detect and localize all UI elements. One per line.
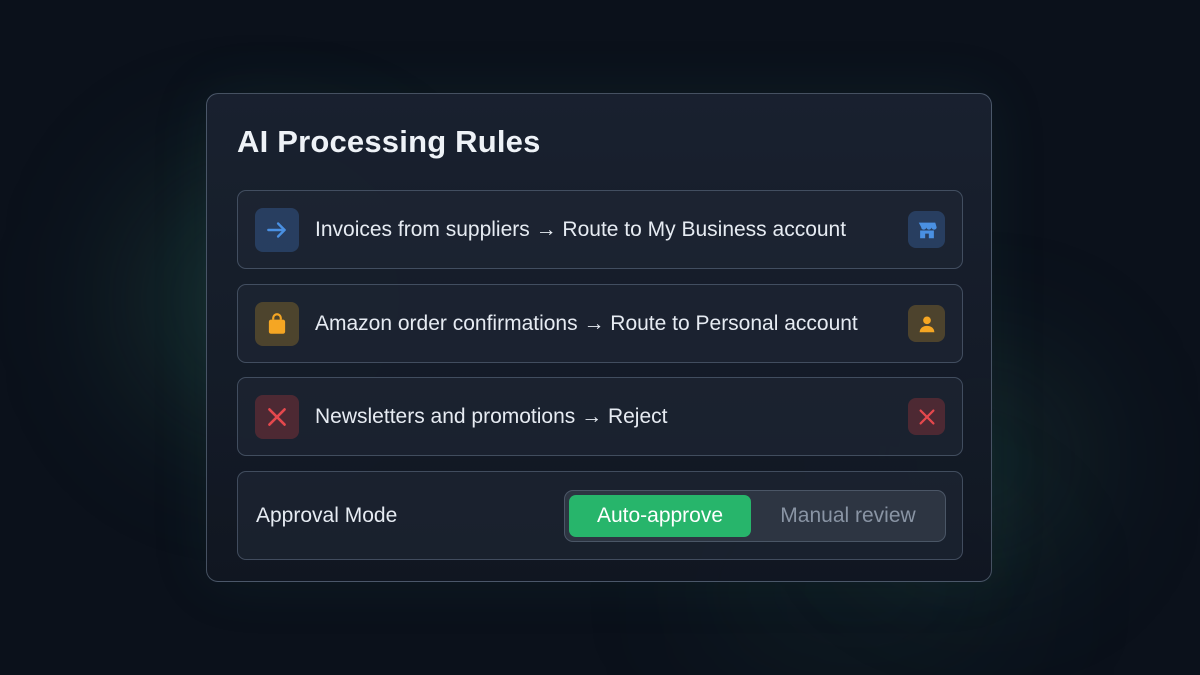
- background: AI Processing Rules Invoices from suppli…: [0, 0, 1200, 675]
- rules-panel: AI Processing Rules Invoices from suppli…: [206, 93, 992, 582]
- rule-text: Newsletters and promotions → Reject: [315, 405, 668, 428]
- approval-mode-row: Approval Mode Auto-approve Manual review: [237, 471, 963, 560]
- store-icon: [908, 211, 945, 248]
- auto-approve-option[interactable]: Auto-approve: [569, 495, 751, 537]
- user-icon: [908, 305, 945, 342]
- rule-text: Amazon order confirmations → Route to Pe…: [315, 312, 858, 335]
- x-icon: [908, 398, 945, 435]
- rule-row-amazon-orders[interactable]: Amazon order confirmations → Route to Pe…: [237, 284, 963, 363]
- manual-review-option[interactable]: Manual review: [755, 495, 941, 537]
- arrow-right-icon: [255, 208, 299, 252]
- rule-text: Invoices from suppliers → Route to My Bu…: [315, 218, 847, 241]
- approval-mode-toggle: Auto-approve Manual review: [564, 490, 946, 542]
- rule-row-newsletters[interactable]: Newsletters and promotions → Reject: [237, 377, 963, 456]
- shopping-bag-icon: [255, 302, 299, 346]
- x-icon: [255, 395, 299, 439]
- panel-title: AI Processing Rules: [237, 124, 541, 159]
- approval-mode-label: Approval Mode: [256, 504, 398, 527]
- rule-row-invoices[interactable]: Invoices from suppliers → Route to My Bu…: [237, 190, 963, 269]
